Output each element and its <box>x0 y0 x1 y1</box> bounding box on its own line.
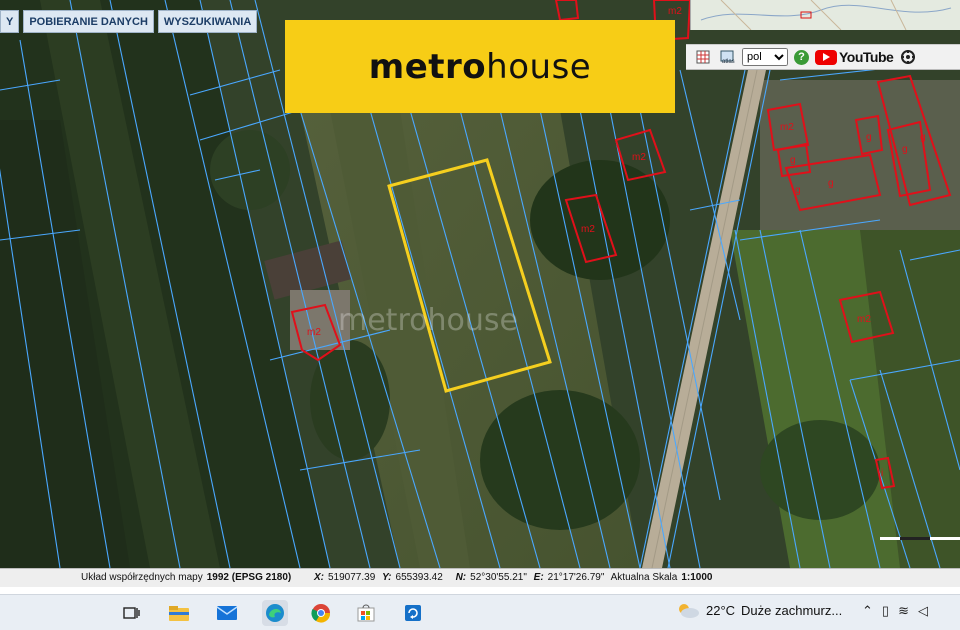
building-label: g <box>902 144 908 155</box>
crs-prefix: Układ współrzędnych mapy <box>81 572 203 583</box>
menu-item-partial[interactable]: Y <box>0 10 20 33</box>
cloud-sun-icon <box>679 604 699 618</box>
atlas-icon[interactable]: atlas <box>718 48 736 66</box>
task-view-icon[interactable] <box>118 600 144 626</box>
x-value: 519077.39 <box>328 572 376 583</box>
weather-temp: 22°C <box>706 602 736 618</box>
building-label: g <box>795 185 801 196</box>
youtube-label: YouTube <box>839 49 894 65</box>
n-value: 52°30'55.21" <box>470 572 527 583</box>
weather-desc: Duże zachmurz... <box>741 602 843 618</box>
building-label: m2 <box>581 224 595 235</box>
language-select[interactable]: pol <box>742 48 788 66</box>
building-label: i <box>881 468 883 479</box>
volume-icon[interactable]: ◁ <box>918 603 928 619</box>
camera-icon[interactable]: ▯ <box>882 603 889 619</box>
building-label: m2 <box>632 152 646 163</box>
n-label: N: <box>455 572 467 583</box>
file-explorer-icon[interactable] <box>166 600 192 626</box>
minimap-graphic <box>691 0 960 30</box>
settings-icon[interactable] <box>899 48 917 66</box>
youtube-link[interactable]: YouTube <box>815 49 894 65</box>
mail-icon[interactable] <box>214 600 240 626</box>
watermark-text: metrohouse <box>338 303 518 338</box>
menu-item-data-download[interactable]: POBIERANIE DANYCH <box>23 10 154 33</box>
building-label: m2 <box>780 122 794 133</box>
top-menu: Y POBIERANIE DANYCH WYSZUKIWANIA <box>0 10 258 33</box>
chevron-up-icon[interactable]: ⌃ <box>862 603 873 619</box>
system-tray: ⌃ ▯ ≋ ◁ <box>862 603 928 619</box>
e-value: 21°17'26.79" <box>547 572 605 583</box>
svg-text:atlas: atlas <box>722 59 735 64</box>
map-toolbar: atlas pol ? YouTube <box>686 44 960 70</box>
building-label: g <box>790 155 796 166</box>
x-label: X: <box>314 572 324 583</box>
coordinate-status-bar: Układ współrzędnych mapy 1992 (EPSG 2180)… <box>0 568 960 587</box>
store-icon[interactable] <box>353 600 379 626</box>
crs-value: 1992 (EPSG 2180) <box>206 572 292 583</box>
building-label: m2 <box>307 327 321 338</box>
youtube-icon <box>815 49 837 65</box>
help-icon[interactable]: ? <box>794 49 809 65</box>
scale-label: Aktualna Skala <box>610 572 678 583</box>
brand-logo: metrohouse <box>369 47 591 87</box>
y-label: Y: <box>382 572 392 583</box>
building-label: m2 <box>857 314 871 325</box>
brand-logo-light: house <box>486 46 592 87</box>
windows-taskbar: 22°C Duże zachmurz... ⌃ ▯ ≋ ◁ <box>0 594 960 630</box>
wifi-icon[interactable]: ≋ <box>898 603 909 619</box>
e-label: E: <box>533 572 544 583</box>
building-label: g <box>828 178 834 189</box>
overview-minimap[interactable] <box>690 0 960 30</box>
menu-item-search[interactable]: WYSZUKIWANIA <box>157 10 258 33</box>
brand-logo-bold: metro <box>368 46 487 87</box>
y-value: 655393.42 <box>395 572 443 583</box>
edge-icon[interactable] <box>262 600 288 626</box>
scale-value: 1:1000 <box>681 572 713 583</box>
weather-widget[interactable]: 22°C Duże zachmurz... <box>676 602 842 618</box>
building-label: g <box>866 132 872 143</box>
window-gap <box>0 587 960 594</box>
grid-icon[interactable] <box>694 48 712 66</box>
building-label: m2 <box>668 6 682 17</box>
brand-banner: metrohouse <box>285 20 675 113</box>
remote-icon[interactable] <box>400 600 426 626</box>
chrome-icon[interactable] <box>308 600 334 626</box>
building-label: g <box>920 132 926 143</box>
scale-bar <box>880 537 960 540</box>
